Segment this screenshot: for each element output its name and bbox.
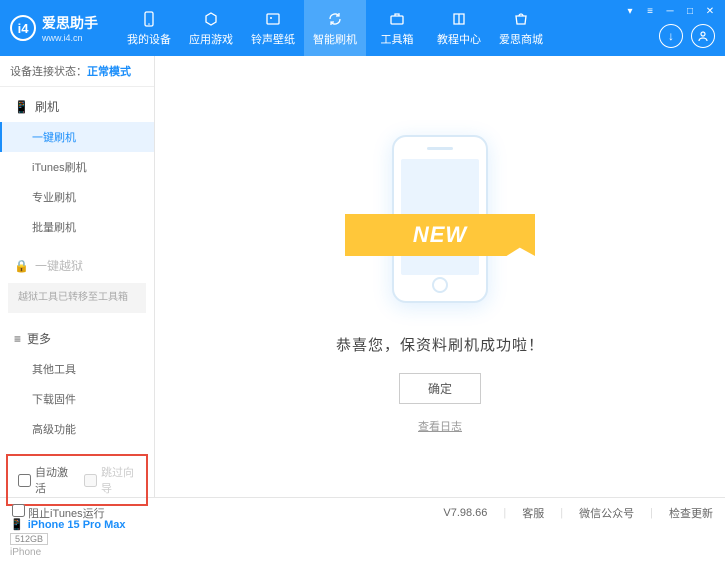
view-log-link[interactable]: 查看日志 [418, 418, 462, 434]
nav-my-device[interactable]: 我的设备 [118, 0, 180, 56]
book-icon [450, 10, 468, 28]
section-jailbreak: 🔒一键越狱 [0, 250, 154, 281]
bag-icon [512, 10, 530, 28]
nav-apps[interactable]: 应用游戏 [180, 0, 242, 56]
footer-update[interactable]: 检查更新 [669, 505, 713, 521]
nav-ringtones[interactable]: 铃声壁纸 [242, 0, 304, 56]
nav-tutorials[interactable]: 教程中心 [428, 0, 490, 56]
refresh-icon [326, 10, 344, 28]
app-logo: i4 爱思助手 www.i4.cn [10, 13, 98, 43]
nav-store[interactable]: 爱思商城 [490, 0, 552, 56]
logo-url: www.i4.cn [42, 33, 98, 43]
nav-toolbox[interactable]: 工具箱 [366, 0, 428, 56]
minimize-icon[interactable]: ─ [661, 4, 679, 18]
success-message: 恭喜您，保资料刷机成功啦！ [336, 334, 544, 355]
section-flash[interactable]: 📱刷机 [0, 91, 154, 122]
logo-icon: i4 [10, 15, 36, 41]
sidebar-item-pro[interactable]: 专业刷机 [0, 182, 154, 212]
phone-icon [140, 10, 158, 28]
success-illustration: NEW [345, 119, 535, 319]
sidebar-item-batch[interactable]: 批量刷机 [0, 212, 154, 242]
close-icon[interactable]: ✕ [701, 4, 719, 18]
window-controls: ▾ ≡ ─ □ ✕ [621, 4, 719, 18]
cb-auto-activate[interactable]: 自动激活 [18, 464, 70, 496]
image-icon [264, 10, 282, 28]
menu-icon[interactable]: ▾ [621, 4, 639, 18]
top-nav: 我的设备 应用游戏 铃声壁纸 智能刷机 工具箱 教程中心 爱思商城 [118, 0, 552, 56]
version-label: V7.98.66 [443, 507, 487, 519]
toolbox-icon [388, 10, 406, 28]
device-type: iPhone [10, 547, 144, 558]
apps-icon [202, 10, 220, 28]
list-icon: ≡ [14, 332, 21, 346]
device-status: 设备连接状态：正常模式 [0, 56, 154, 87]
logo-title: 爱思助手 [42, 13, 98, 33]
phone-small-icon: 📱 [14, 100, 29, 114]
main-content: NEW 恭喜您，保资料刷机成功啦！ 确定 查看日志 [155, 56, 725, 497]
sidebar-item-other[interactable]: 其他工具 [0, 354, 154, 384]
section-more[interactable]: ≡更多 [0, 323, 154, 354]
options-row: 自动激活 跳过向导 [6, 454, 148, 506]
cb-skip-guide[interactable]: 跳过向导 [84, 464, 136, 496]
download-button[interactable]: ↓ [659, 24, 683, 48]
new-ribbon: NEW [345, 214, 535, 256]
sidebar-item-download[interactable]: 下载固件 [0, 384, 154, 414]
skin-icon[interactable]: ≡ [641, 4, 659, 18]
ok-button[interactable]: 确定 [399, 373, 481, 404]
sidebar-item-oneclick[interactable]: 一键刷机 [0, 122, 154, 152]
user-button[interactable] [691, 24, 715, 48]
nav-flash[interactable]: 智能刷机 [304, 0, 366, 56]
sidebar: 设备连接状态：正常模式 📱刷机 一键刷机 iTunes刷机 专业刷机 批量刷机 … [0, 56, 155, 497]
sidebar-item-itunes[interactable]: iTunes刷机 [0, 152, 154, 182]
maximize-icon[interactable]: □ [681, 4, 699, 18]
sidebar-item-advanced[interactable]: 高级功能 [0, 414, 154, 444]
cb-block-itunes[interactable]: 阻止iTunes运行 [12, 504, 105, 521]
footer-wechat[interactable]: 微信公众号 [579, 505, 634, 521]
device-storage: 512GB [10, 533, 48, 545]
jailbreak-note: 越狱工具已转移至工具箱 [8, 283, 146, 313]
footer-support[interactable]: 客服 [522, 505, 544, 521]
lock-icon: 🔒 [14, 259, 29, 273]
app-header: i4 爱思助手 www.i4.cn 我的设备 应用游戏 铃声壁纸 智能刷机 工具… [0, 0, 725, 56]
